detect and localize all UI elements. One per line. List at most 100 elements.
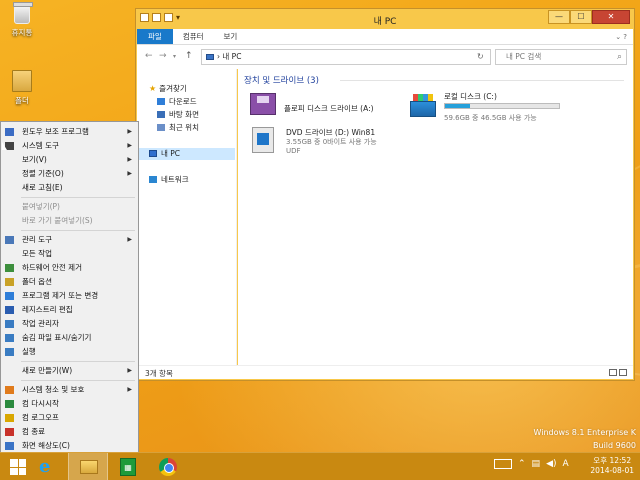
nav-desktop[interactable]: 바탕 화면 — [157, 109, 199, 121]
drive-local-c[interactable]: 로컬 디스크 (C:) 59.6GB 중 46.5GB 사용 가능 — [410, 91, 620, 125]
address-input[interactable]: › 내 PC — [201, 49, 491, 65]
dvd-drive-icon — [252, 127, 274, 153]
menu-item[interactable]: 붙여넣기(P) — [1, 200, 138, 214]
minimize-button[interactable]: — — [548, 10, 570, 24]
recycle-bin-icon — [13, 2, 33, 24]
taskbar-file-explorer[interactable] — [68, 453, 108, 480]
drive-usage-bar — [444, 103, 560, 109]
desktop-icon — [157, 111, 165, 118]
menu-item-label: 컴 로그오프 — [22, 413, 59, 422]
ribbon-expand-help[interactable]: ⌄ ? — [615, 33, 627, 41]
title-bar[interactable]: ▾ 내 PC — ☐ ✕ — [136, 9, 634, 29]
menu-item[interactable]: 레지스트리 편집 — [1, 303, 138, 317]
menu-item[interactable]: 정렬 기준(O) ▶ — [1, 167, 138, 181]
menu-item[interactable]: 작업 관리자 — [1, 317, 138, 331]
taskbar-store[interactable]: ▦ — [108, 453, 148, 480]
help-icon[interactable]: ? — [623, 33, 627, 41]
menu-item-label: 윈도우 보조 프로그램 — [22, 127, 89, 136]
submenu-arrow-icon: ▶ — [127, 367, 132, 374]
menu-item[interactable]: 컴 다시시작 — [1, 397, 138, 411]
menu-item[interactable]: 시스템 청소 및 보호 ▶ — [1, 383, 138, 397]
submenu-arrow-icon: ▶ — [127, 170, 132, 177]
group-divider — [340, 80, 624, 81]
search-input[interactable]: 내 PC 검색 — [495, 49, 627, 65]
address-path: 내 PC — [222, 52, 242, 61]
touch-keyboard-icon[interactable] — [494, 459, 512, 469]
menu-item[interactable]: 모든 작업 — [1, 247, 138, 261]
nav-network[interactable]: 네트워크 — [149, 174, 189, 186]
menu-item[interactable]: 새로 고침(E) — [1, 181, 138, 195]
submenu-arrow-icon: ▶ — [127, 236, 132, 243]
menu-item[interactable]: 관리 도구 ▶ — [1, 233, 138, 247]
menu-item-label: 새로 고침(E) — [22, 183, 63, 192]
cleanup-icon — [5, 386, 14, 394]
menu-item[interactable]: 화면 해상도(C) — [1, 439, 138, 453]
desktop-icon-label: 휴지통 — [11, 28, 33, 37]
tab-computer[interactable]: 컴퓨터 — [173, 29, 214, 44]
nav-this-pc[interactable]: 내 PC — [137, 148, 235, 160]
system-tray: ⌃ ▤ ◀) A — [494, 459, 569, 469]
drive-name: 플로피 디스크 드라이브 (A:) — [284, 104, 374, 113]
drive-name: 로컬 디스크 (C:) — [444, 92, 497, 101]
nav-downloads[interactable]: 다운로드 — [157, 96, 197, 108]
maximize-button[interactable]: ☐ — [570, 10, 592, 24]
clock[interactable]: 오후 12:52 2014-08-01 — [590, 456, 634, 476]
watermark-build: Build 9600 — [593, 441, 636, 450]
desktop-icon-recycle-bin[interactable]: 휴지통 — [0, 2, 44, 38]
submenu-arrow-icon: ▶ — [127, 142, 132, 149]
network-status-icon[interactable]: ▤ — [532, 459, 541, 469]
folder-icon — [12, 70, 32, 92]
drive-floppy[interactable]: 플로피 디스크 드라이브 (A:) — [250, 93, 400, 123]
show-hidden-icons-chevron-icon[interactable]: ⌃ — [518, 459, 526, 469]
nav-recent[interactable]: 최근 위치 — [157, 122, 199, 134]
menu-item-label: 바로 가기 붙여넣기(S) — [22, 216, 93, 225]
drive-dvd-d[interactable]: DVD 드라이브 (D:) Win81 3.55GB 중 0바이트 사용 가능 … — [252, 127, 402, 167]
forward-arrow-icon[interactable]: → — [159, 51, 167, 61]
menu-item[interactable]: 컴 로그오프 — [1, 411, 138, 425]
menu-item[interactable]: 새로 만들기(W) ▶ — [1, 364, 138, 378]
recent-locations-chevron-icon[interactable]: ▾ — [173, 53, 176, 60]
menu-item-label: 붙여넣기(P) — [22, 202, 60, 211]
clock-time: 오후 12:52 — [593, 456, 632, 465]
menu-item-label: 폴더 옵션 — [22, 277, 52, 286]
this-pc-icon — [206, 54, 214, 60]
menu-item[interactable]: 보기(V) ▶ — [1, 153, 138, 167]
refresh-icon[interactable]: ↻ — [477, 52, 484, 61]
menu-item-label: 모든 작업 — [22, 249, 52, 258]
menu-item[interactable]: 숨김 파일 표시/숨기기 — [1, 331, 138, 345]
taskbar-chrome[interactable] — [148, 453, 188, 480]
menu-item[interactable]: 컴 종료 — [1, 425, 138, 439]
shutdown-icon — [5, 428, 14, 436]
desktop-icon-folder[interactable]: 폴더 — [0, 70, 44, 106]
submenu-arrow-icon: ▶ — [127, 128, 132, 135]
tab-file[interactable]: 파일 — [137, 29, 173, 44]
menu-item[interactable]: 폴더 옵션 — [1, 275, 138, 289]
menu-item[interactable]: 프로그램 제거 또는 변경 — [1, 289, 138, 303]
explorer-window: ▾ 내 PC — ☐ ✕ 파일 컴퓨터 보기 ⌄ ? ← → ▾ ↑ › 내 P… — [135, 8, 635, 381]
file-explorer-icon — [80, 460, 98, 474]
menu-item[interactable]: 하드웨어 안전 제거 — [1, 261, 138, 275]
large-icons-view-icon[interactable] — [619, 369, 627, 376]
internet-explorer-icon: e — [39, 456, 51, 477]
drive-filesystem: UDF — [286, 147, 301, 155]
back-arrow-icon[interactable]: ← — [145, 51, 153, 61]
volume-icon[interactable]: ◀) — [546, 459, 556, 469]
hidden-files-icon — [5, 334, 14, 342]
drive-detail: 59.6GB 중 46.5GB 사용 가능 — [444, 114, 537, 122]
folder-options-icon — [5, 278, 14, 286]
menu-item-label: 정렬 기준(O) — [22, 169, 64, 178]
menu-item[interactable]: 윈도우 보조 프로그램 ▶ — [1, 125, 138, 139]
menu-item[interactable]: 바로 가기 붙여넣기(S) — [1, 214, 138, 228]
close-button[interactable]: ✕ — [592, 10, 630, 24]
details-view-icon[interactable] — [609, 369, 617, 376]
tab-view[interactable]: 보기 — [214, 29, 248, 44]
up-arrow-icon[interactable]: ↑ — [185, 51, 193, 61]
taskbar-internet-explorer[interactable]: e — [28, 453, 68, 480]
language-icon[interactable]: A — [563, 459, 569, 469]
menu-item[interactable]: 실행 — [1, 345, 138, 359]
nav-favorites[interactable]: ★ 즐겨찾기 — [149, 83, 187, 95]
admin-tools-icon — [5, 236, 14, 244]
menu-item[interactable]: 시스템 도구 ▶ — [1, 139, 138, 153]
group-header[interactable]: 장치 및 드라이브 (3) — [244, 74, 319, 86]
nav-label: 최근 위치 — [169, 123, 199, 132]
